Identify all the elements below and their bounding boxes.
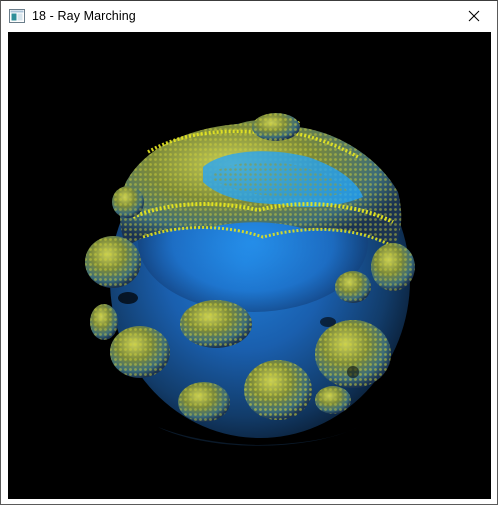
close-button[interactable] [451,1,497,31]
close-icon [468,10,480,22]
window-title: 18 - Ray Marching [32,9,136,23]
app-window: 18 - Ray Marching [0,0,498,505]
mandelbulb-render [85,113,415,446]
title-bar[interactable]: 18 - Ray Marching [1,1,497,32]
render-viewport[interactable] [8,32,491,499]
window-app-icon[interactable] [9,9,25,23]
